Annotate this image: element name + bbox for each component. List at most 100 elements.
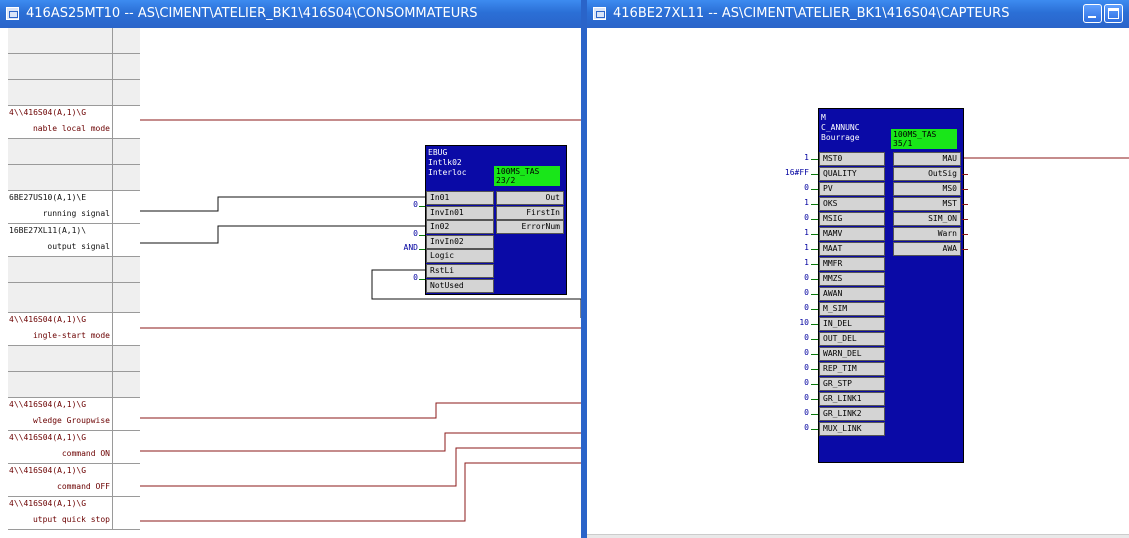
input-value: 1 <box>804 198 809 207</box>
task-label: 100MS_TAS 23/2 <box>494 166 560 186</box>
output-pin[interactable]: OutSig <box>893 167 961 181</box>
input-pin[interactable]: QUALITY <box>819 167 885 181</box>
left-window[interactable]: 416AS25MT10 -- AS\CIMENT\ATELIER_BK1\416… <box>0 0 581 538</box>
input-pin[interactable]: InvIn01 <box>426 205 494 220</box>
output-stub <box>962 204 968 205</box>
input-pin[interactable]: OKS <box>819 197 885 211</box>
input-pin[interactable]: InvIn02 <box>426 234 494 249</box>
input-stub <box>811 324 818 325</box>
input-stub <box>811 339 818 340</box>
input-pin[interactable]: MST0 <box>819 152 885 166</box>
input-stub <box>811 264 818 265</box>
wire-ack-groupwise <box>140 402 581 419</box>
block-header: EBUG Intlk02 Interloc <box>428 148 467 177</box>
input-value: 1 <box>804 243 809 252</box>
input-pin[interactable]: IN_DEL <box>819 317 885 331</box>
output-pin[interactable]: ErrorNum <box>496 220 564 235</box>
input-value: 0 <box>804 333 809 342</box>
input-stub <box>811 159 818 160</box>
input-stub <box>419 234 425 236</box>
input-stub <box>419 205 425 207</box>
input-stub <box>811 309 818 310</box>
input-stub <box>811 279 818 280</box>
input-stub <box>419 278 425 280</box>
input-stub <box>811 234 818 235</box>
input-value: 1 <box>804 228 809 237</box>
input-value: 16#FF <box>784 168 809 177</box>
output-pin[interactable]: Out <box>496 191 564 205</box>
input-value: AND <box>403 243 418 253</box>
input-pin[interactable]: MSIG <box>819 212 885 226</box>
input-pin[interactable]: MUX_LINK <box>819 422 885 436</box>
input-pin[interactable]: OUT_DEL <box>819 332 885 346</box>
input-pin[interactable]: In01 <box>426 191 494 205</box>
output-stub <box>962 219 968 220</box>
input-pin[interactable]: MMFR <box>819 257 885 271</box>
output-pin[interactable]: Warn <box>893 227 961 241</box>
input-value: 0 <box>804 273 809 282</box>
output-stub <box>962 189 968 190</box>
input-stub <box>811 399 818 400</box>
input-pin[interactable]: MMZS <box>819 272 885 286</box>
interlock-block[interactable]: EBUG Intlk02 Interloc 100MS_TAS 23/2 In0… <box>425 145 567 295</box>
output-pin[interactable]: MAU <box>893 152 961 166</box>
input-stub <box>811 219 818 220</box>
input-pin[interactable]: WARN_DEL <box>819 347 885 361</box>
wire-quick-stop <box>140 462 581 522</box>
input-pin[interactable]: GR_LINK1 <box>819 392 885 406</box>
input-stub <box>811 189 818 190</box>
input-pin[interactable]: MAMV <box>819 227 885 241</box>
input-value: 10 <box>799 318 809 327</box>
output-stub <box>962 174 968 175</box>
input-value: 0 <box>804 408 809 417</box>
input-value: 1 <box>804 153 809 162</box>
input-pin[interactable]: In02 <box>426 220 494 235</box>
output-pin[interactable]: AWA <box>893 242 961 256</box>
input-pin[interactable]: AWAN <box>819 287 885 301</box>
input-stub <box>811 354 818 355</box>
input-value: 0 <box>804 288 809 297</box>
input-stub <box>811 414 818 415</box>
input-value: 0 <box>413 199 418 209</box>
input-pin[interactable]: Logic <box>426 249 494 264</box>
block-header: M C_ANNUNC Bourrage <box>821 113 860 142</box>
input-stub <box>811 294 818 295</box>
input-stub <box>811 429 818 430</box>
output-pin[interactable]: MS0 <box>893 182 961 196</box>
task-label: 100MS_TAS 35/1 <box>891 129 957 149</box>
input-value: 0 <box>804 213 809 222</box>
input-pin[interactable]: RstLi <box>426 264 494 278</box>
input-stub <box>811 174 818 175</box>
input-stub <box>419 249 425 251</box>
right-window[interactable]: 416BE27XL11 -- AS\CIMENT\ATELIER_BK1\416… <box>587 0 1129 538</box>
output-pin[interactable]: FirstIn <box>496 205 564 220</box>
output-stub <box>962 234 968 235</box>
input-pin[interactable]: MAAT <box>819 242 885 256</box>
input-pin[interactable]: GR_LINK2 <box>819 407 885 421</box>
input-stub <box>811 384 818 385</box>
output-pin[interactable]: MST <box>893 197 961 211</box>
input-pin[interactable]: PV <box>819 182 885 196</box>
output-stub <box>962 249 968 250</box>
input-pin[interactable]: NotUsed <box>426 278 494 293</box>
input-value: 0 <box>804 363 809 372</box>
input-stub <box>811 204 818 205</box>
annunciator-block[interactable]: M C_ANNUNC Bourrage 100MS_TAS 35/1 MST0 Q… <box>818 108 968 463</box>
input-value: 0 <box>804 348 809 357</box>
input-value: 0 <box>804 183 809 192</box>
input-value: 0 <box>804 378 809 387</box>
input-value: 0 <box>804 423 809 432</box>
input-value: 0 <box>413 228 418 238</box>
input-pin[interactable]: M_SIM <box>819 302 885 316</box>
wire-command-off <box>140 447 581 487</box>
horizontal-scrollbar[interactable] <box>587 534 1129 538</box>
input-value: 0 <box>413 272 418 282</box>
input-stub <box>811 249 818 250</box>
input-pin[interactable]: REP_TIM <box>819 362 885 376</box>
input-value: 0 <box>804 393 809 402</box>
input-value: 1 <box>804 258 809 267</box>
input-value: 0 <box>804 303 809 312</box>
input-stub <box>811 369 818 370</box>
input-pin[interactable]: GR_STP <box>819 377 885 391</box>
output-pin[interactable]: SIM_ON <box>893 212 961 226</box>
